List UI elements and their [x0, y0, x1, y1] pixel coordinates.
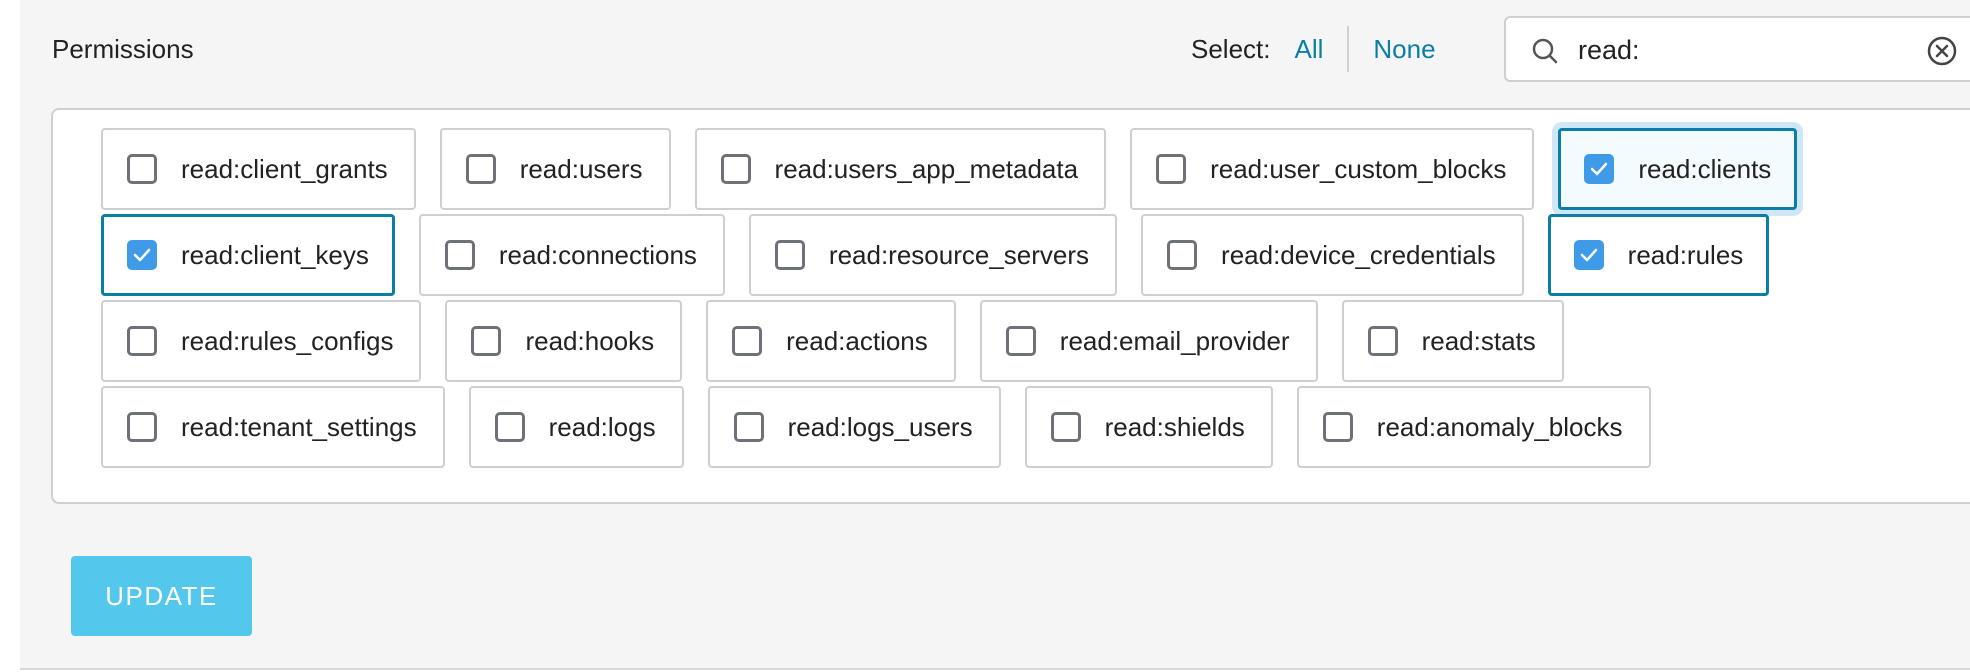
checkmark-icon	[1580, 248, 1597, 262]
permission-label: read:email_provider	[1059, 325, 1290, 356]
select-none-link[interactable]: None	[1373, 34, 1435, 65]
permission-label: read:user_custom_blocks	[1210, 153, 1507, 184]
permission-label: read:hooks	[525, 325, 655, 356]
checkbox[interactable]	[732, 326, 763, 356]
permission-label: read:client_grants	[181, 153, 388, 184]
select-divider	[1347, 26, 1350, 72]
permission-chip[interactable]: read:users_app_metadata	[694, 128, 1107, 210]
checkbox[interactable]	[1156, 154, 1187, 184]
checkmark-icon	[133, 248, 151, 262]
permission-row: read:client_keys read:connections read:res…	[101, 214, 1770, 296]
checkbox[interactable]	[471, 326, 502, 356]
permission-label: read:rules	[1627, 239, 1744, 270]
permission-chip[interactable]: read:anomaly_blocks	[1296, 386, 1651, 468]
permission-label: read:stats	[1421, 325, 1536, 356]
permission-label: read:connections	[498, 239, 697, 270]
checkbox[interactable]	[1322, 412, 1353, 442]
permission-chip[interactable]: read:connections	[418, 214, 725, 296]
permission-label: read:device_credentials	[1221, 239, 1496, 270]
permission-chip[interactable]: read:device_credentials	[1141, 214, 1524, 296]
permission-label: read:resource_servers	[828, 239, 1090, 270]
update-button[interactable]: UPDATE	[71, 556, 252, 636]
select-label: Select:	[1191, 33, 1271, 64]
checkbox[interactable]	[444, 240, 475, 270]
checkbox[interactable]	[127, 412, 157, 442]
permission-search[interactable]	[1504, 16, 1970, 82]
permissions-list[interactable]: read:client_grants read:users read:users_a…	[51, 108, 1970, 504]
checkbox[interactable]	[1167, 240, 1198, 270]
permission-label: read:logs	[548, 411, 656, 442]
permission-chip[interactable]: read:resource_servers	[748, 214, 1118, 296]
checkbox-checked[interactable]	[1573, 240, 1604, 270]
permission-chip[interactable]: read:clients	[1558, 128, 1798, 210]
permission-chip[interactable]: read:shields	[1024, 386, 1273, 468]
checkbox-checked[interactable]	[127, 240, 157, 270]
permission-row: read:client_grants read:users read:users_a…	[101, 128, 1798, 210]
permission-chip[interactable]: read:stats	[1341, 300, 1564, 382]
permission-chip[interactable]: read:users	[439, 128, 671, 210]
search-input[interactable]	[1578, 30, 1878, 70]
permission-chip[interactable]: read:logs	[468, 386, 684, 468]
permission-chip[interactable]: read:rules	[1547, 214, 1770, 296]
permission-chip[interactable]: read:client_keys	[101, 214, 395, 296]
permission-chip[interactable]: read:logs_users	[707, 386, 1001, 468]
permission-row: read:rules_configs read:hooks read:actions…	[101, 300, 1564, 382]
permission-chip[interactable]: read:email_provider	[979, 300, 1318, 382]
permission-chip[interactable]: read:hooks	[445, 300, 683, 382]
permission-label: read:anomaly_blocks	[1376, 411, 1623, 442]
checkbox[interactable]	[1005, 326, 1036, 356]
checkbox[interactable]	[733, 412, 764, 442]
permission-label: read:shields	[1104, 411, 1245, 442]
checkbox[interactable]	[127, 154, 157, 184]
checkmark-icon	[1591, 162, 1608, 176]
checkbox[interactable]	[465, 154, 496, 184]
checkbox[interactable]	[774, 240, 805, 270]
permission-chip[interactable]: read:actions	[706, 300, 956, 382]
permission-label: read:users_app_metadata	[774, 153, 1079, 184]
permission-chip[interactable]: read:client_grants	[101, 128, 416, 210]
checkbox[interactable]	[1367, 326, 1398, 356]
select-group: Select: All None	[1191, 26, 1436, 72]
permission-label: read:rules_configs	[181, 325, 394, 356]
permission-label: read:clients	[1638, 153, 1772, 184]
select-all-link[interactable]: All	[1295, 34, 1324, 65]
permission-chip[interactable]: read:rules_configs	[101, 300, 422, 382]
permission-row: read:tenant_settings read:logs read:logs_u…	[101, 386, 1651, 468]
search-icon	[1532, 38, 1558, 64]
checkbox[interactable]	[720, 154, 751, 184]
permission-chip[interactable]: read:tenant_settings	[101, 386, 445, 468]
permissions-title: Permissions	[52, 34, 194, 64]
permission-label: read:logs_users	[787, 411, 973, 442]
checkbox[interactable]	[494, 412, 525, 442]
close-circle-icon[interactable]	[1926, 35, 1958, 67]
permissions-panel: Permissions Select: All None read:client…	[20, 0, 1970, 670]
permission-label: read:actions	[786, 325, 928, 356]
permission-chip[interactable]: read:user_custom_blocks	[1130, 128, 1535, 210]
permission-label: read:users	[519, 153, 643, 184]
checkbox[interactable]	[1050, 412, 1081, 442]
permission-label: read:tenant_settings	[181, 411, 417, 442]
checkbox-checked[interactable]	[1584, 154, 1615, 184]
checkbox[interactable]	[127, 326, 157, 356]
permission-label: read:client_keys	[181, 239, 369, 270]
